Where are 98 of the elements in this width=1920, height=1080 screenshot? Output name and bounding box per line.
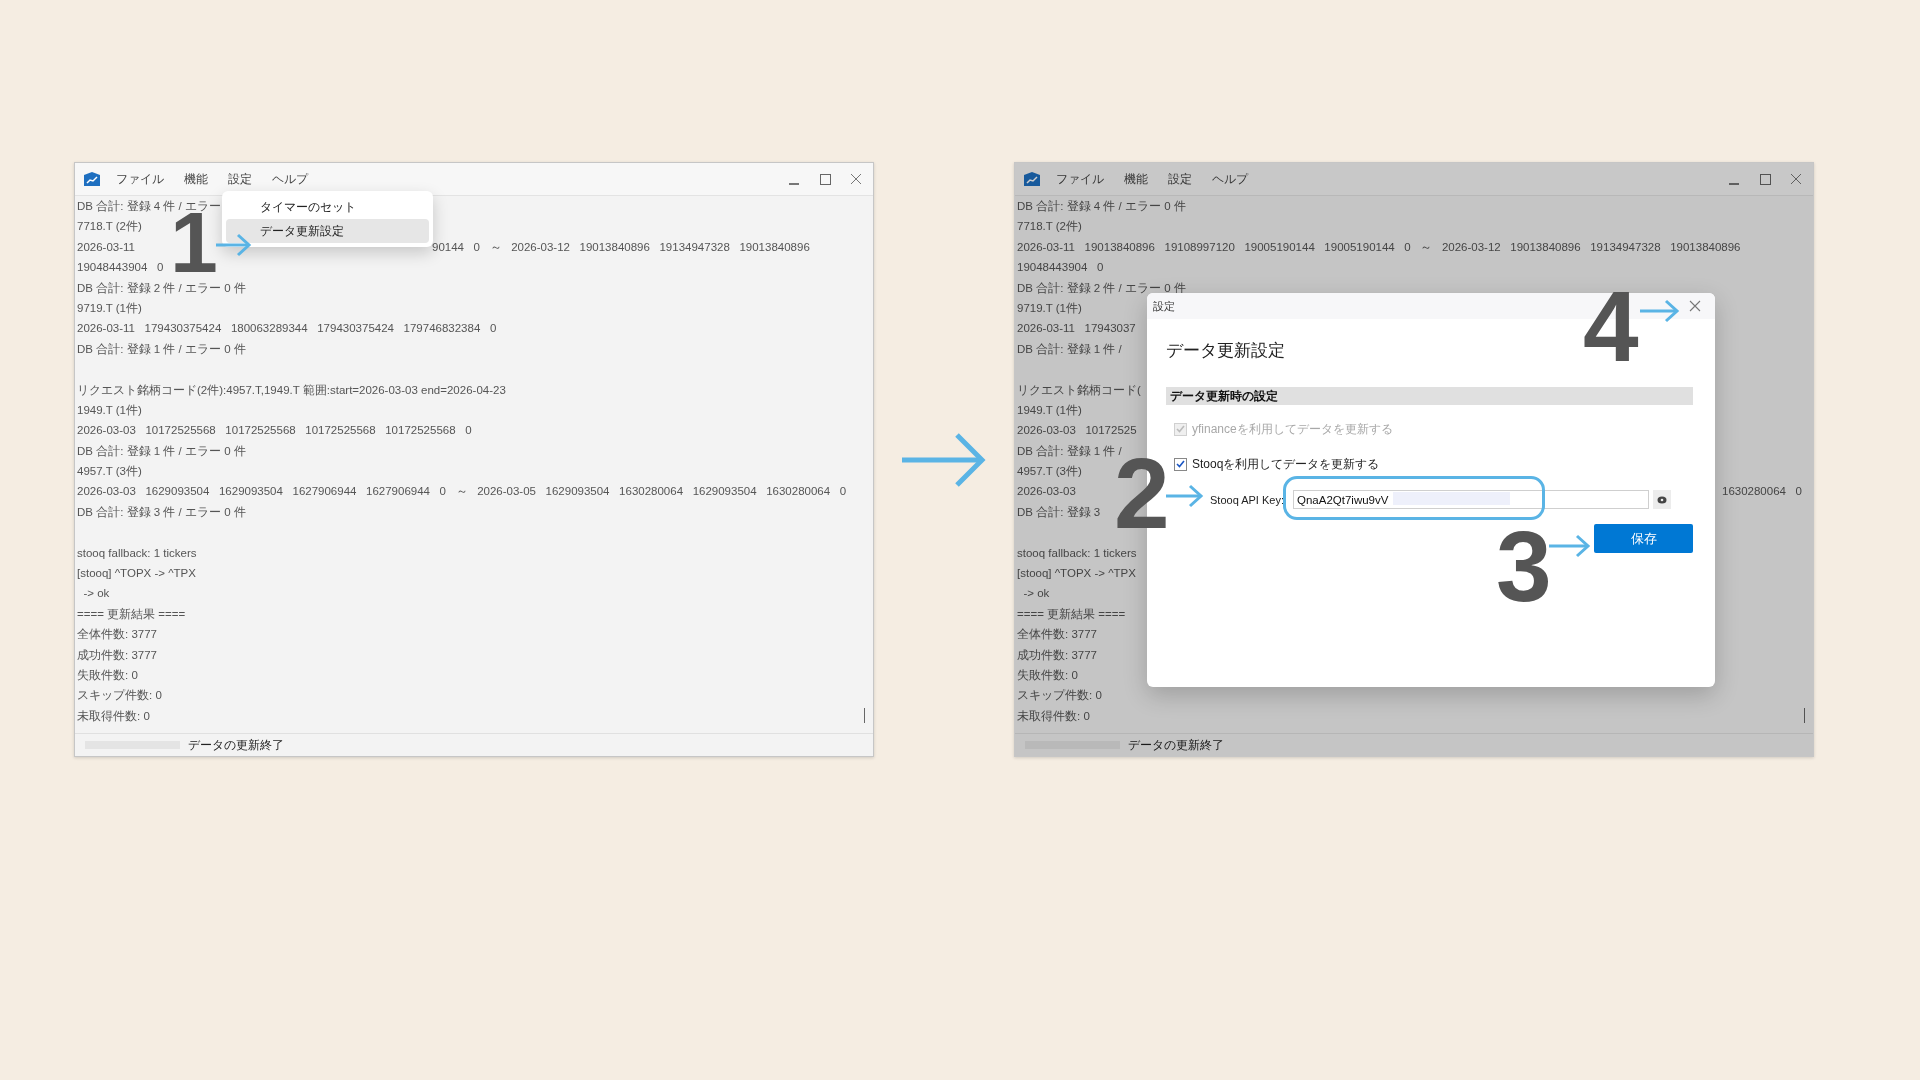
dialog-title: 設定 [1153, 298, 1175, 314]
show-password-button[interactable] [1653, 490, 1671, 509]
step-number: 4 [1583, 290, 1639, 362]
log-line: 全体件数: 3777 [1017, 628, 1097, 641]
eye-icon [1657, 495, 1667, 504]
log-line: リクエスト銘柄コード( [1017, 383, 1141, 396]
checkbox-label: yfinanceを利用してデータを更新する [1192, 420, 1393, 438]
log-line: 9719.T (1件) [77, 301, 142, 314]
log-line: 未取得件数: 0 [1017, 709, 1090, 722]
close-icon [851, 174, 861, 184]
maximize-button[interactable] [1758, 172, 1772, 186]
section-header: データ更新時の設定 [1166, 387, 1693, 405]
log-line: スキップ件数: 0 [1017, 689, 1102, 702]
log-line: stooq fallback: 1 tickers [77, 546, 197, 559]
scrollbar-thumb[interactable] [864, 708, 865, 723]
checkbox-label: Stooqを利用してデータを更新する [1192, 455, 1380, 473]
log-line: 失敗件数: 0 [77, 669, 138, 681]
log-line: [stooq] ^TOPX -> ^TPX [77, 567, 196, 580]
chart-logo-icon [1023, 171, 1041, 187]
log-line: 2026-03-11 179430375424 180063289344 179430375424 179746832384 0 [77, 322, 497, 335]
checkbox[interactable] [1174, 457, 1187, 471]
log-line: 1949.T (1件) [1017, 403, 1082, 416]
log-line: 1949.T (1件) [77, 403, 142, 416]
pointer-arrow [1549, 533, 1591, 559]
log-line: 19048443904 0 [77, 261, 164, 274]
log-line: 成功件数: 3777 [77, 648, 157, 661]
log-line: リクエスト銘柄コード(2件):4957.T,1949.T 範囲:start=2026-03-03 end=2026-04-23 [77, 383, 506, 396]
menu-item[interactable]: ヘルプ [1212, 170, 1248, 188]
close-button[interactable] [849, 172, 863, 186]
menu-item[interactable]: 機能 [184, 170, 208, 188]
log-line: DB 合計: 登録 2 件 / エラー 0 件 [1017, 281, 1186, 294]
log-line: 19048443904 0 [1017, 261, 1104, 274]
log-line: -> ok [82, 587, 110, 600]
pointer-arrow [1166, 483, 1204, 509]
menu-item[interactable]: タイマーのセット [226, 195, 429, 219]
close-button[interactable] [1789, 172, 1803, 186]
menu-item[interactable]: 機能 [1124, 170, 1148, 188]
status-text: データの更新終了 [1128, 736, 1224, 754]
log-line: 4957.T (3件) [77, 465, 142, 478]
log-line: DB 合計: 登録 4 件 / エラー [77, 200, 221, 212]
log-line: 2026-03-11 [77, 239, 135, 255]
status-text: データの更新終了 [188, 736, 284, 754]
log-line: DB 合計: 登録 1 件 / [1017, 342, 1122, 355]
log-line: ==== 更新結果 ==== [77, 607, 186, 620]
minimize-icon [789, 183, 799, 185]
log-line: [stooq] ^TOPX -> ^TPX [1017, 567, 1136, 580]
log-line: DB 合計: 登録 3 [1017, 505, 1101, 518]
log-line: 2026-03-03 10172525568 10172525568 10172525568 10172525568 0 [77, 424, 472, 437]
log-line: 2026-03-03 [1017, 484, 1076, 500]
log-line: DB 合計: 登録 1 件 / エラー 0 件 [77, 342, 246, 355]
log-line: 2026-03-03 10172525 [1017, 424, 1137, 437]
log-line: スキップ件数: 0 [77, 689, 162, 702]
log-line: 7718.T (2件) [1017, 220, 1082, 233]
log-line: 失敗件数: 0 [1017, 669, 1078, 681]
log-line: stooq fallback: 1 tickers [1017, 546, 1137, 559]
step-number: 2 [1114, 457, 1170, 529]
log-line: 2026-03-11 19013840896 19108997120 19005190144 19005190144 0 ～ 2026-03-12 19013840896 19134947328 19013840896 [1017, 240, 1741, 253]
checkmark-icon [1176, 425, 1185, 433]
log-line: DB 合計: 登録 3 件 / エラー 0 件 [77, 505, 246, 518]
close-button[interactable] [1689, 300, 1701, 312]
menu-item[interactable]: ファイル [1056, 170, 1104, 188]
log-line: DB 合計: 登録 4 件 / エラー 0 件 [1017, 200, 1186, 212]
step-number: 3 [1496, 530, 1552, 602]
log-line: 1630280064 0 [1722, 484, 1802, 500]
maximize-icon [819, 173, 831, 185]
log-line: 7718.T (2件) [77, 220, 142, 233]
menu-item[interactable]: 設定 [228, 170, 252, 188]
checkmark-icon [1176, 460, 1185, 468]
menu-item[interactable]: ファイル [116, 170, 164, 188]
log-line: ==== 更新結果 ==== [1017, 607, 1126, 620]
close-icon [1791, 174, 1801, 184]
menu-item[interactable]: ヘルプ [272, 170, 308, 188]
log-line: DB 合計: 登録 1 件 / エラー 0 件 [77, 444, 246, 457]
log-line: 4957.T (3件) [1017, 465, 1082, 478]
log-line: 全体件数: 3777 [77, 628, 157, 641]
log-line: 9719.T (1件) [1017, 301, 1082, 314]
pointer-arrow [1640, 298, 1680, 324]
log-line: 90144 0 ～ 2026-03-12 19013840896 19134947328 19013840896 [432, 239, 810, 255]
close-icon [1689, 300, 1701, 312]
log-line: -> ok [1022, 587, 1050, 600]
menu-item[interactable]: 設定 [1168, 170, 1192, 188]
log-line: 成功件数: 3777 [1017, 648, 1097, 661]
maximize-button[interactable] [818, 172, 832, 186]
step-number: 1 [170, 212, 218, 274]
chart-logo-icon [83, 171, 101, 187]
menu-item[interactable]: データ更新設定 [226, 219, 429, 243]
maximize-icon [1759, 173, 1771, 185]
save-button[interactable]: 保存 [1594, 524, 1693, 553]
log-line: DB 合計: 登録 2 件 / エラー 0 件 [77, 281, 246, 294]
dialog-heading: データ更新設定 [1166, 340, 1286, 362]
log-line: 2026-03-03 1629093504 1629093504 1627906944 1627906944 0 ～ 2026-03-05 1629093504 1630280064 1629093504 1630280064 0 [77, 485, 847, 498]
pointer-arrow [216, 232, 252, 258]
log-line: DB 合計: 登録 1 件 / [1017, 444, 1122, 457]
log-line: 未取得件数: 0 [77, 709, 150, 722]
minimize-icon [1729, 183, 1739, 185]
scrollbar-thumb[interactable] [1804, 708, 1805, 723]
log-line: 2026-03-11 17943037 [1017, 322, 1136, 335]
field-label: Stooq API Key: [1210, 493, 1284, 506]
